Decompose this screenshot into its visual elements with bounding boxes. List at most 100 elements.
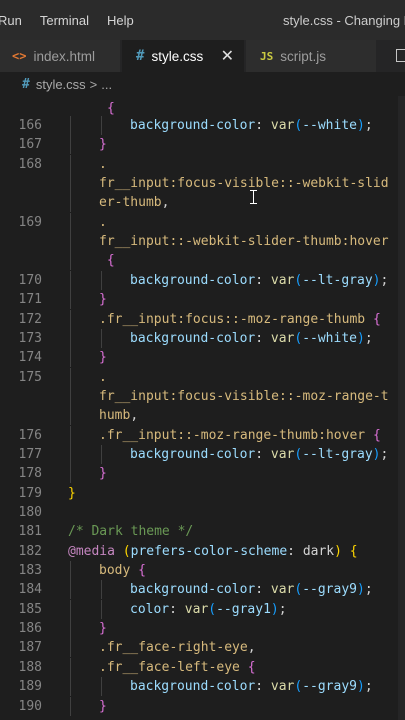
line-number: 180 <box>18 505 42 520</box>
code-line: 172 .fr__input:focus::-moz-range-thumb { <box>0 309 405 329</box>
code-text: { <box>106 253 115 269</box>
menu-item-run[interactable]: Run <box>0 13 22 28</box>
editor-tab-bar: <> index.html # style.css ✕ JS script.js <box>0 40 405 72</box>
code-line: fr__input::-webkit-slider-thumb:hover <box>0 232 405 252</box>
line-number: 169 <box>18 214 42 230</box>
css-file-icon: # <box>136 48 145 64</box>
code-line: 170 background-color: var(--lt-gray); <box>0 270 405 290</box>
split-editor-icon[interactable] <box>396 49 405 62</box>
close-icon[interactable]: ✕ <box>221 46 234 66</box>
line-number: 167 <box>18 137 42 153</box>
indent-guide <box>70 212 71 232</box>
indent-guide <box>70 444 71 464</box>
breadcrumb-separator: > <box>89 76 98 92</box>
code-text: fr__input:focus-visible::-webkit-slid <box>99 176 389 192</box>
code-text: humb, <box>99 408 139 424</box>
code-text: background-color: var(--gray9); <box>130 582 373 598</box>
code-text: . <box>99 156 107 172</box>
code-line: 179} <box>0 484 405 503</box>
code-line: er-thumb, <box>0 193 405 213</box>
line-number: 187 <box>18 640 42 656</box>
tab-index-html[interactable]: <> index.html <box>0 40 120 72</box>
indent-guide <box>70 386 71 406</box>
indent-guide <box>70 270 71 290</box>
line-number: 174 <box>18 350 42 366</box>
indent-guide <box>70 677 71 697</box>
html-file-icon: <> <box>12 49 27 63</box>
line-number: 189 <box>18 679 42 695</box>
indent-guide <box>70 251 71 271</box>
indent-guide <box>70 116 71 135</box>
line-number: 186 <box>18 621 42 637</box>
code-text: background-color: var(--white); <box>130 118 373 133</box>
indent-guide <box>70 154 71 174</box>
menu-item-help[interactable]: Help <box>107 13 134 28</box>
indent-guide <box>70 309 71 329</box>
code-text: { <box>107 100 115 116</box>
code-text: background-color: var(--lt-gray); <box>130 272 389 288</box>
code-text: background-color: var(--lt-gray); <box>130 446 389 462</box>
line-number: 170 <box>18 272 42 288</box>
code-text: background-color: var(--gray9); <box>130 679 373 695</box>
indent-guide <box>70 174 71 194</box>
line-number: 172 <box>18 311 42 327</box>
code-text: .fr__input:focus::-moz-range-thumb { <box>99 311 381 327</box>
code-text: } <box>99 137 107 153</box>
code-text: .fr__face-left-eye { <box>99 659 256 675</box>
window-title: style.css - Changing Fac <box>283 13 405 28</box>
indent-guide <box>70 619 71 639</box>
line-number: 179 <box>18 485 42 501</box>
line-number: 185 <box>18 601 42 617</box>
css-file-icon: # <box>22 76 30 92</box>
title-bar: Run Terminal Help style.css - Changing F… <box>0 0 405 40</box>
indent-guide <box>101 116 102 135</box>
code-text: .fr__face-right-eye, <box>99 640 256 656</box>
code-text: . <box>99 369 107 385</box>
line-number: 176 <box>18 427 42 443</box>
editor-scrollbar[interactable] <box>398 96 405 720</box>
code-line: 181 /* Dark theme */ <box>0 522 405 541</box>
code-text: fr__input:focus-visible::-moz-range-t <box>99 388 389 404</box>
code-line: 166 background-color: var(--white); <box>0 116 405 135</box>
code-text: } <box>99 621 107 637</box>
indent-guide <box>70 328 71 348</box>
text-cursor-icon <box>250 190 257 204</box>
code-line: 171} <box>0 290 405 310</box>
indent-guide <box>70 367 71 387</box>
code-text: /* Dark theme */ <box>68 524 194 540</box>
indent-guide <box>70 232 71 252</box>
tab-script-js[interactable]: JS script.js <box>246 40 376 72</box>
code-line: humb, <box>0 406 405 426</box>
code-line: { <box>0 99 405 118</box>
indent-guide <box>70 406 71 426</box>
indent-guide <box>101 444 102 464</box>
indent-guide <box>70 561 71 581</box>
breadcrumb-file[interactable]: style.css <box>36 77 86 92</box>
indent-guide <box>70 193 71 213</box>
menu-item-terminal[interactable]: Terminal <box>40 13 89 28</box>
code-text: } <box>99 350 107 366</box>
code-line: 182 @media (prefers-color-scheme: dark) { <box>0 542 405 561</box>
indent-guide <box>101 677 102 697</box>
code-line: 174} <box>0 348 405 368</box>
indent-guide <box>101 580 102 600</box>
line-number: 171 <box>18 292 42 308</box>
line-number: 190 <box>18 698 42 714</box>
code-line: 184 background-color: var(--gray9); <box>0 580 405 600</box>
line-number: 173 <box>18 330 42 346</box>
code-text: color: var(--gray1); <box>130 601 287 617</box>
breadcrumb-symbol[interactable]: ... <box>101 77 112 92</box>
code-text: } <box>99 698 107 714</box>
code-editor[interactable]: {166 background-color: var(--white); 167} 1… <box>0 96 405 720</box>
tab-style-css[interactable]: # style.css ✕ <box>122 40 244 72</box>
code-line: fr__input:focus-visible::-webkit-slid <box>0 174 405 194</box>
code-line: 186} <box>0 619 405 639</box>
breadcrumb: # style.css > ... <box>0 72 405 96</box>
code-line: fr__input:focus-visible::-moz-range-t <box>0 386 405 406</box>
line-number: 182 <box>18 543 42 559</box>
indent-guide <box>70 580 71 600</box>
indent-guide <box>70 657 71 677</box>
indent-guide <box>70 290 71 310</box>
indent-guide <box>70 599 71 619</box>
line-number: 183 <box>18 563 42 579</box>
